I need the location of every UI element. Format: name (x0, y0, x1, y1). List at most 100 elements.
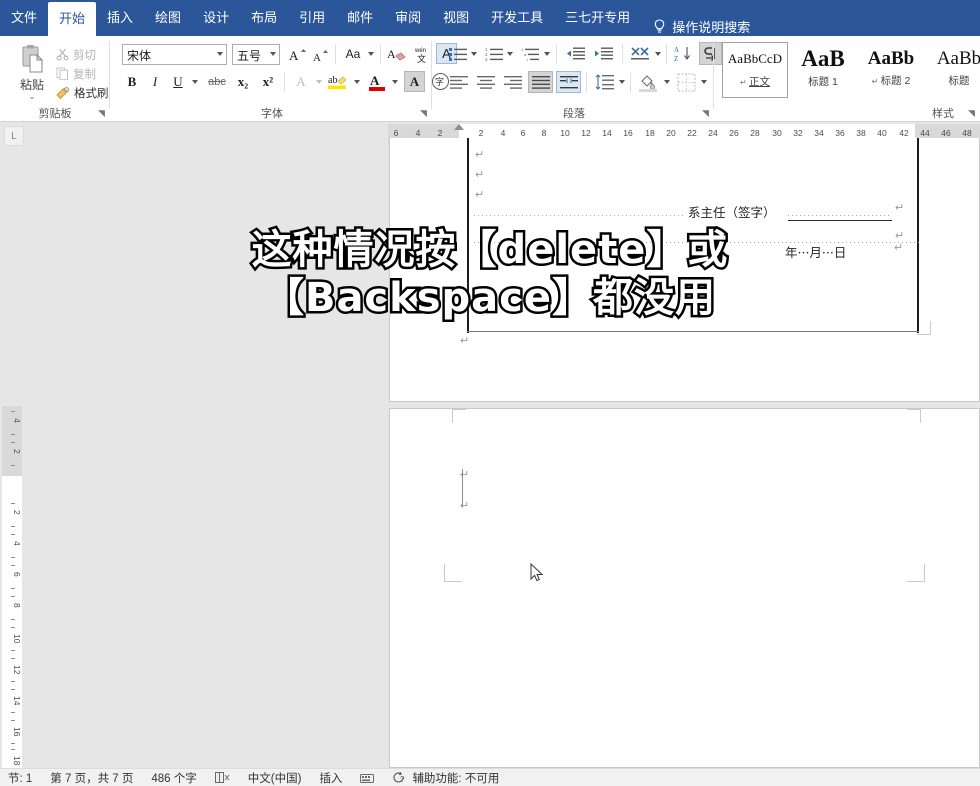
status-insert-mode[interactable]: 插入 (319, 770, 342, 786)
paste-button[interactable]: 粘贴 ⌄ (10, 42, 54, 104)
chevron-down-icon[interactable] (664, 80, 670, 84)
styles-dialog-launcher[interactable]: ◥ (966, 108, 977, 119)
chevron-down-icon[interactable] (192, 80, 198, 84)
svg-text:A: A (313, 52, 321, 64)
sort-button[interactable]: A Z (673, 43, 695, 65)
format-painter-button[interactable]: 格式刷 (56, 84, 109, 101)
strikethrough-button[interactable]: abc (204, 72, 230, 92)
group-divider (630, 72, 631, 92)
ruler-tick: 4 (415, 128, 421, 138)
chevron-down-icon[interactable] (471, 52, 477, 56)
text-effects-button[interactable]: A (290, 72, 312, 92)
tab-layout[interactable]: 布局 (240, 0, 288, 36)
ruler-tick: 2 (437, 128, 443, 138)
bold-button[interactable]: B (122, 72, 142, 92)
character-shading-button[interactable]: A (404, 71, 425, 92)
style-preview: AaBb (867, 48, 915, 69)
document-page-2[interactable]: ↵ ↵ (389, 408, 980, 768)
font-dialog-launcher[interactable]: ◥ (418, 108, 429, 119)
clipboard-dialog-launcher[interactable]: ◥ (96, 108, 107, 119)
document-workspace[interactable]: L 6 4 2 2 4 6 8 10 12 14 16 18 20 22 24 26 28 30 32 34 36 38 4… (0, 122, 980, 768)
chevron-down-icon[interactable] (392, 80, 398, 84)
style-item-heading2[interactable]: AaBb ↵ 标题 2 (858, 42, 924, 98)
status-word-count[interactable]: 486 个字 (151, 770, 196, 786)
tab-insert[interactable]: 插入 (96, 0, 144, 36)
shading-button[interactable] (637, 71, 659, 93)
table-right-border (917, 138, 919, 333)
first-line-indent-marker[interactable] (454, 124, 464, 130)
tab-references[interactable]: 引用 (288, 0, 336, 36)
line-spacing-button[interactable] (593, 72, 615, 92)
chevron-down-icon[interactable] (217, 52, 223, 56)
chevron-down-icon[interactable] (507, 52, 513, 56)
tab-developer[interactable]: 开发工具 (480, 0, 554, 36)
tab-review[interactable]: 审阅 (384, 0, 432, 36)
chevron-down-icon[interactable] (701, 80, 707, 84)
status-page-number[interactable]: 第 7 页，共 7 页 (50, 770, 133, 786)
tab-design[interactable]: 设计 (192, 0, 240, 36)
underline-button[interactable]: U (168, 72, 188, 92)
text-highlight-button[interactable]: ab (326, 71, 350, 93)
tab-stop-selector[interactable]: L (4, 126, 24, 146)
distribute-button[interactable] (556, 71, 581, 93)
decrease-indent-button[interactable] (564, 44, 586, 64)
increase-indent-button[interactable] (592, 44, 614, 64)
change-case-button[interactable]: Aa (342, 45, 364, 63)
chevron-down-icon[interactable] (316, 80, 322, 84)
font-name-combo[interactable]: 宋体 (122, 44, 227, 65)
paste-dropdown-caret-icon[interactable]: ⌄ (10, 93, 54, 101)
subscript-button[interactable]: x₂ (232, 72, 254, 92)
font-color-button[interactable]: A (366, 71, 388, 93)
align-left-button[interactable] (448, 73, 470, 91)
chevron-down-icon[interactable] (354, 80, 360, 84)
tab-draw[interactable]: 绘图 (144, 0, 192, 36)
chevron-down-icon[interactable] (619, 80, 625, 84)
status-language[interactable]: 中文(中国) (248, 770, 302, 786)
paragraph-dialog-launcher[interactable]: ◥ (700, 108, 711, 119)
document-page-1[interactable]: ↵ ↵ ↵ 系主任（签字） ↵ ↵ 年···月···日 ↵ ↵ (389, 138, 980, 402)
status-accessibility[interactable]: ? 辅助功能: 不可用 (392, 770, 499, 786)
copy-button[interactable]: 复制 (56, 65, 96, 82)
macro-record-icon[interactable] (360, 772, 375, 784)
proofing-errors-icon[interactable] (214, 771, 230, 784)
align-right-button[interactable] (502, 73, 524, 91)
tell-me-label: 操作说明搜索 (672, 20, 751, 35)
chevron-down-icon[interactable] (544, 52, 550, 56)
vertical-ruler[interactable]: 4 2 2 4 6 8 10 12 14 16 18 (2, 406, 22, 768)
group-divider (713, 41, 714, 109)
chinese-layout-button[interactable] (629, 43, 651, 65)
style-item-heading1[interactable]: AaB 标题 1 (790, 42, 856, 98)
leader-dots (788, 215, 892, 216)
tab-mailings[interactable]: 邮件 (336, 0, 384, 36)
chevron-down-icon[interactable] (270, 52, 276, 56)
font-size-combo[interactable]: 五号 (232, 44, 280, 65)
grow-font-button[interactable]: A (288, 44, 308, 65)
tell-me-search[interactable]: 操作说明搜索 (653, 17, 750, 36)
style-item-normal[interactable]: AaBbCcD ↵ 正文 (722, 42, 788, 98)
italic-button[interactable]: I (145, 72, 165, 92)
style-item-title[interactable]: AaBb 标题 (926, 42, 980, 98)
chevron-down-icon[interactable] (368, 52, 374, 56)
bullets-button[interactable] (448, 44, 468, 64)
tab-view[interactable]: 视图 (432, 0, 480, 36)
shrink-font-button[interactable]: A (311, 45, 331, 66)
tab-file[interactable]: 文件 (0, 0, 48, 36)
margin-corner-marker (444, 564, 462, 582)
chevron-down-icon[interactable] (655, 52, 661, 56)
superscript-button[interactable]: x² (257, 72, 279, 92)
cut-button[interactable]: 剪切 (56, 46, 96, 63)
justify-button[interactable] (528, 71, 553, 93)
vruler-tick: 12 (12, 665, 22, 675)
vruler-tick: 10 (12, 634, 22, 644)
paragraph-mark: ↵ (895, 202, 905, 214)
tab-addin-37kai[interactable]: 三七开专用 (554, 0, 641, 36)
clear-formatting-button[interactable]: A (386, 43, 408, 65)
align-center-button[interactable] (475, 73, 497, 91)
tab-home[interactable]: 开始 (48, 2, 97, 36)
status-section[interactable]: 节: 1 (8, 770, 32, 786)
style-name: 标题 1 (808, 76, 838, 88)
borders-button[interactable] (675, 71, 697, 93)
multilevel-list-button[interactable]: 1 a i (520, 44, 540, 64)
phonetic-guide-button[interactable]: wén 文 (411, 43, 433, 65)
numbering-button[interactable]: 1 2 3 (484, 44, 504, 64)
